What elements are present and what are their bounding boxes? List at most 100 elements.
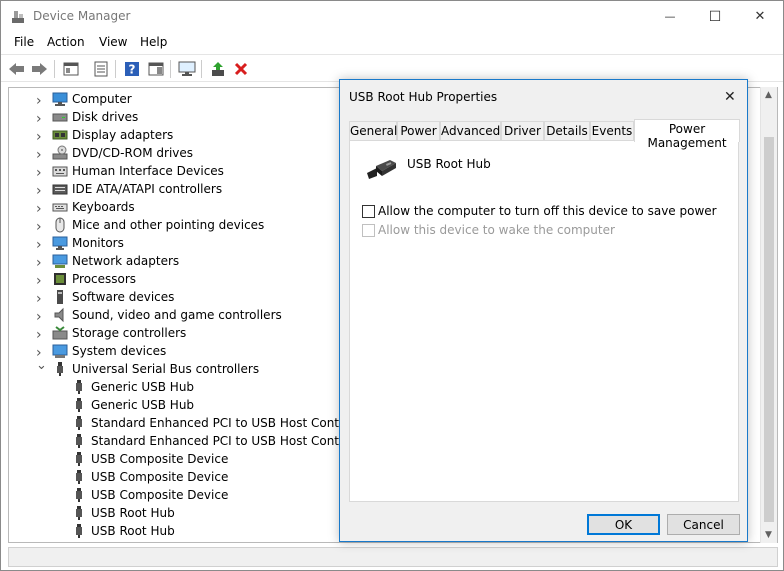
tree-item-dvd-cd-rom-drives[interactable]: › DVD/CD-ROM drives — [9, 144, 349, 163]
chevron-right-icon[interactable]: › — [36, 111, 46, 127]
chevron-right-icon[interactable]: › — [36, 219, 46, 235]
dvd-icon — [52, 145, 68, 160]
tree-item-ide-ata-atapi-controllers[interactable]: › IDE ATA/ATAPI controllers — [9, 180, 349, 199]
chevron-right-icon[interactable]: › — [36, 327, 46, 343]
tree-item-sound-video-and-game-controllers[interactable]: › Sound, video and game controllers — [9, 306, 349, 325]
usb-child-item[interactable]: USB Composite Device — [9, 468, 349, 486]
usb-device-icon — [76, 470, 82, 484]
tree-item-label: System devices — [72, 344, 167, 358]
scroll-thumb[interactable] — [764, 137, 774, 522]
tree-item-label: Network adapters — [72, 254, 180, 268]
tab-events[interactable]: Events — [590, 121, 634, 141]
usb-child-item[interactable]: Generic USB Hub — [9, 378, 349, 396]
usb-child-item[interactable]: USB Composite Device — [9, 450, 349, 468]
tree-item-label: Monitors — [72, 236, 124, 250]
menu-help[interactable]: Help — [140, 35, 167, 49]
tree-item-label: Computer — [72, 92, 132, 106]
monitor-icon — [52, 236, 68, 250]
tab-advanced[interactable]: Advanced — [440, 121, 501, 141]
allow-turn-off-label[interactable]: Allow the computer to turn off this devi… — [378, 204, 717, 218]
scroll-up-icon[interactable]: ▲ — [765, 90, 772, 100]
close-icon: ✕ — [724, 89, 736, 105]
usb-child-item[interactable]: Generic USB Hub — [9, 396, 349, 414]
show-hide-tree-icon — [63, 62, 79, 76]
chevron-down-icon[interactable]: ⌄ — [36, 358, 47, 373]
tab-driver[interactable]: Driver — [501, 121, 544, 141]
scroll-down-icon[interactable]: ▼ — [765, 530, 772, 540]
chevron-right-icon[interactable]: › — [36, 345, 46, 361]
title-bar: Device Manager — ☐ ✕ — [1, 1, 783, 32]
vertical-scrollbar[interactable]: ▲ ▼ — [760, 87, 777, 543]
tab-details[interactable]: Details — [544, 121, 590, 141]
toolbar: ? — [1, 54, 783, 82]
tree-item-processors[interactable]: › Processors — [9, 270, 349, 289]
show-hide-tree-button[interactable] — [61, 59, 81, 79]
update-driver-button[interactable] — [208, 59, 228, 79]
tree-item-network-adapters[interactable]: › Network adapters — [9, 252, 349, 271]
tree-item-mice-and-other-pointing-devices[interactable]: › Mice and other pointing devices — [9, 216, 349, 235]
chevron-right-icon[interactable]: › — [36, 255, 46, 271]
uninstall-button[interactable] — [231, 59, 251, 79]
tree-item-human-interface-devices[interactable]: › Human Interface Devices — [9, 162, 349, 181]
usb-child-label: Generic USB Hub — [91, 398, 195, 412]
tree-item-software-devices[interactable]: › Software devices — [9, 288, 349, 307]
usb-child-label: USB Composite Device — [91, 488, 229, 502]
usb-child-item[interactable]: USB Root Hub — [9, 504, 349, 522]
dialog-close-button[interactable]: ✕ — [724, 89, 740, 105]
usb-child-item[interactable]: USB Composite Device — [9, 486, 349, 504]
tree-item-label: Storage controllers — [72, 326, 187, 340]
close-button[interactable]: ✕ — [737, 1, 783, 32]
cancel-button[interactable]: Cancel — [667, 514, 740, 535]
allow-turn-off-checkbox[interactable] — [362, 205, 375, 218]
chevron-right-icon[interactable]: › — [36, 201, 46, 217]
forward-button[interactable] — [29, 59, 49, 79]
usb-child-item[interactable]: USB Root Hub — [9, 522, 349, 540]
help-icon: ? — [125, 62, 139, 77]
tree-item-computer[interactable]: › Computer — [9, 90, 349, 109]
maximize-button[interactable]: ☐ — [692, 1, 738, 32]
menu-view[interactable]: View — [99, 35, 127, 49]
menu-action[interactable]: Action — [47, 35, 85, 49]
usb-child-label: USB Composite Device — [91, 452, 229, 466]
window-title: Device Manager — [33, 9, 131, 23]
chevron-right-icon[interactable]: › — [36, 129, 46, 145]
properties-button[interactable] — [91, 59, 111, 79]
storage-icon — [52, 326, 68, 340]
menu-file[interactable]: File — [14, 35, 34, 49]
minimize-button[interactable]: — — [647, 1, 693, 32]
maximize-icon: ☐ — [708, 8, 722, 25]
tree-item-disk-drives[interactable]: › Disk drives — [9, 108, 349, 127]
tree-item-system-devices[interactable]: › System devices — [9, 342, 349, 361]
tab-power[interactable]: Power — [397, 121, 440, 141]
chevron-right-icon[interactable]: › — [36, 183, 46, 199]
chevron-right-icon[interactable]: › — [36, 165, 46, 181]
chevron-right-icon[interactable]: › — [36, 309, 46, 325]
scan-hardware-button[interactable] — [177, 59, 197, 79]
sound-icon — [54, 307, 64, 323]
chevron-right-icon[interactable]: › — [36, 291, 46, 307]
action-pane-button[interactable] — [146, 59, 166, 79]
tree-item-display-adapters[interactable]: › Display adapters — [9, 126, 349, 145]
tree-item-label: Disk drives — [72, 110, 139, 124]
tab-power-management[interactable]: Power Management — [634, 119, 740, 150]
help-button[interactable]: ? — [122, 59, 142, 79]
chevron-right-icon[interactable]: › — [36, 93, 46, 109]
usb-child-item[interactable]: Standard Enhanced PCI to USB Host Contro… — [9, 414, 370, 432]
tab-general[interactable]: General — [349, 121, 397, 141]
back-button[interactable] — [7, 59, 27, 79]
software-device-icon — [57, 290, 63, 304]
tree-item-monitors[interactable]: › Monitors — [9, 234, 349, 253]
chevron-right-icon[interactable]: › — [36, 273, 46, 289]
close-icon: ✕ — [754, 9, 766, 24]
display-adapter-icon — [52, 130, 68, 140]
usb-child-item[interactable]: Standard Enhanced PCI to USB Host Contro… — [9, 432, 370, 450]
update-driver-icon — [212, 62, 224, 76]
properties-dialog: USB Root Hub Properties ✕ General Power … — [339, 79, 748, 542]
tree-item-universal-serial-bus-controllers[interactable]: ⌄ Universal Serial Bus controllers — [9, 358, 349, 378]
chevron-right-icon[interactable]: › — [36, 237, 46, 253]
chevron-right-icon[interactable]: › — [36, 147, 46, 163]
ok-button[interactable]: OK — [587, 514, 660, 535]
tree-item-keyboards[interactable]: › Keyboards — [9, 198, 349, 217]
tree-item-storage-controllers[interactable]: › Storage controllers — [9, 324, 349, 343]
usb-device-icon — [76, 452, 82, 466]
